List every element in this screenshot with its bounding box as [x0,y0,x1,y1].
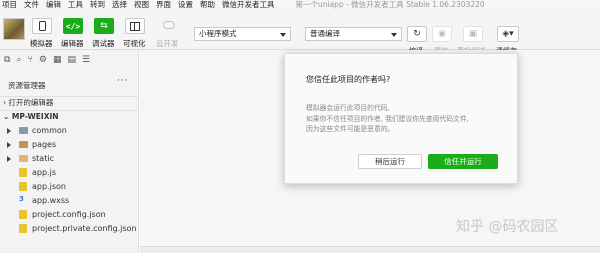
eye-icon: ◉ [438,29,446,39]
json-file-icon [19,182,27,191]
project-section[interactable]: ⌄ MP-WEIXIN [0,110,139,122]
tree-item-label: app.js [32,168,56,177]
toolbar: 模拟器 </> 编辑器 ⇆ 调试器 可视化 云开发 小程序模式 普通编译 ↻ 编… [0,9,600,55]
menu-item-tools[interactable]: 工具 [68,0,83,9]
editor-label: 编辑器 [61,39,84,48]
visual-button[interactable] [125,18,145,34]
debug-icon: ⇆ [100,21,108,31]
tree-item-app-json[interactable]: app.json [0,180,139,194]
project-label: MP-WEIXIN [11,112,59,121]
folder-icon [19,127,28,134]
mode-select-value: 小程序模式 [199,29,237,38]
dialog-body-line: 如果你不信任项目的作者, 我们建议你先查阅代码文件, [306,114,469,123]
menu-item-select[interactable]: 选择 [112,0,127,9]
code-icon: </> [65,21,81,31]
menu-item-devtools[interactable]: 微信开发者工具 [222,0,275,9]
layout-icon [130,21,140,31]
folder-icon [19,141,28,148]
chevron-right-icon [7,128,11,134]
compile-select-value: 普通编译 [310,29,340,38]
tree-item-app-wxss[interactable]: 3 app.wxss [0,194,139,208]
extensions-icon[interactable]: ▦ [53,55,62,65]
avatar[interactable] [3,18,25,40]
chevron-down-icon [280,33,286,37]
json-file-icon [19,210,27,219]
more-icon[interactable]: ··· [117,76,129,86]
folder-icon [19,155,28,162]
tree-item-app-js[interactable]: app.js [0,166,139,180]
simulator-button[interactable] [32,18,52,34]
activity-bar: ⧉ ⌕ ⑂ ⚙ ▦ ▤ ☰ [0,50,139,70]
cloud-label: 云开发 [156,39,179,48]
tree-item-label: app.wxss [32,196,70,205]
open-editors-label: 打开的编辑器 [8,98,54,107]
layers-icon: ◈▾ [502,29,514,39]
menu-item-edit[interactable]: 编辑 [46,0,61,9]
tree-item-project-config[interactable]: project.config.json [0,208,139,222]
menu-item-view[interactable]: 视图 [134,0,149,9]
chevron-down-icon [391,33,397,37]
dialog-title: 您信任此项目的作者吗? [306,75,391,84]
menu-item-file[interactable]: 文件 [24,0,39,9]
simulator-label: 模拟器 [30,39,53,48]
search-icon[interactable]: ⌕ [16,55,21,65]
chevron-down-icon: ⌄ [3,112,10,121]
folder-icon[interactable]: ▤ [67,55,76,65]
css-file-icon: 3 [19,195,24,203]
chevron-right-icon: › [3,98,6,107]
tree-item-label: static [32,154,54,163]
clear-cache-button[interactable]: ◈▾ [497,26,519,42]
tree-item-label: project.config.json [32,210,106,219]
json-file-icon [19,224,27,233]
trust-and-run-button[interactable]: 信任并运行 [428,154,498,169]
tree-item-label: common [32,126,67,135]
editor-button[interactable]: </> [63,18,83,34]
menu-item-interface[interactable]: 界面 [156,0,171,9]
refresh-icon: ↻ [413,29,421,39]
watermark: 知乎 @码农园区 [456,219,559,235]
open-editors-section[interactable]: › 打开的编辑器 [0,96,139,108]
tree-item-static[interactable]: static [0,152,139,166]
chevron-right-icon [7,142,11,148]
trust-dialog: 您信任此项目的作者吗? 模拟器会运行此项目的代码, 如果你不信任项目的作者, 我… [284,53,518,184]
list-icon[interactable]: ☰ [82,55,90,65]
debugger-label: 调试器 [92,39,115,48]
dialog-body-line: 模拟器会运行此项目的代码, [306,104,390,112]
menu-item-settings[interactable]: 设置 [178,0,193,9]
tree-item-pages[interactable]: pages [0,138,139,152]
menu-item-goto[interactable]: 转到 [90,0,105,9]
menu-item-project[interactable]: 项目 [2,0,17,9]
status-bar [140,246,600,253]
run-later-button[interactable]: 稍后运行 [358,154,422,169]
mobile-icon [38,21,46,31]
window-title: 第一个uniapp - 微信开发者工具 Stable 1.06.2303220 [295,0,485,9]
mode-select[interactable]: 小程序模式 [194,27,291,41]
tree-item-common[interactable]: common [0,124,139,138]
compile-select[interactable]: 普通编译 [305,27,402,41]
chevron-right-icon [7,156,11,162]
device-debug-button[interactable]: ▣ [463,26,483,42]
dialog-body: 模拟器会运行此项目的代码, 如果你不信任项目的作者, 我们建议你先查阅代码文件,… [306,103,511,135]
menu-item-help[interactable]: 帮助 [200,0,215,9]
device-icon: ▣ [468,29,478,39]
files-icon[interactable]: ⧉ [4,55,10,65]
tree-item-label: pages [32,140,57,149]
preview-button[interactable]: ◉ [432,26,452,42]
dialog-body-line: 因为这些文件可能是恶意的。 [306,125,395,133]
cloud-icon[interactable] [163,21,175,29]
tree-item-project-private-config[interactable]: project.private.config.json [0,222,139,236]
visual-label: 可视化 [123,39,146,48]
explorer-title: 资源管理器 [8,81,46,90]
tree-item-label: project.private.config.json [32,224,137,233]
debugger-button[interactable]: ⇆ [94,18,114,34]
debug-icon[interactable]: ⚙ [39,55,47,65]
compile-button[interactable]: ↻ [407,26,427,42]
tree-item-label: app.json [32,182,66,191]
source-control-icon[interactable]: ⑂ [27,55,32,65]
menu-bar: 项目 文件 编辑 工具 转到 选择 视图 界面 设置 帮助 微信开发者工具 第一… [0,0,600,9]
js-file-icon [19,168,27,177]
